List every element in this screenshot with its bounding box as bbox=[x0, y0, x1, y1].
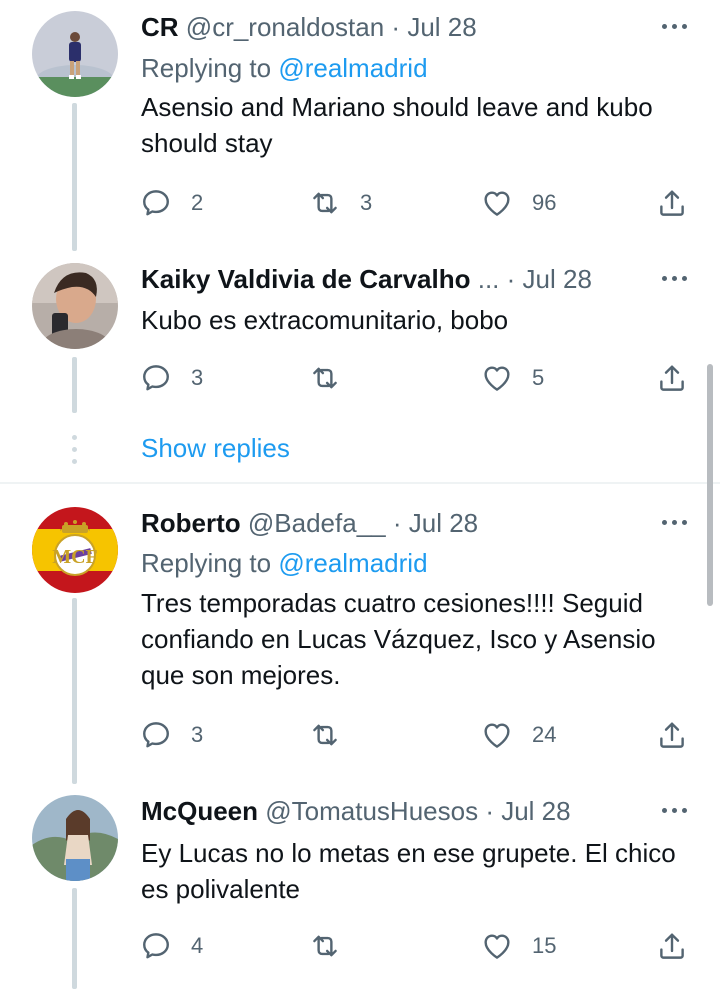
share-button[interactable] bbox=[655, 926, 689, 966]
tweet[interactable]: MCF Roberto @Badefa__ · Jul 28 Replying … bbox=[0, 496, 720, 776]
retweet-icon bbox=[308, 718, 342, 752]
svg-text:MCF: MCF bbox=[52, 546, 98, 568]
like-button[interactable]: 96 bbox=[480, 183, 556, 223]
more-icon[interactable] bbox=[660, 798, 690, 822]
heart-icon bbox=[480, 186, 514, 220]
user-handle[interactable]: @cr_ronaldostan bbox=[186, 12, 384, 42]
share-icon bbox=[655, 186, 689, 220]
tweet-header: Roberto @Badefa__ · Jul 28 bbox=[141, 506, 478, 540]
tweet-actions: 3 24 bbox=[0, 715, 720, 755]
reply-button[interactable]: 2 bbox=[139, 183, 203, 223]
reply-icon bbox=[139, 929, 173, 963]
share-icon bbox=[655, 361, 689, 395]
more-icon[interactable] bbox=[660, 266, 690, 290]
avatar[interactable] bbox=[32, 11, 118, 97]
display-name[interactable]: Kaiky Valdivia de Carvalho bbox=[141, 264, 471, 294]
tweet-date[interactable]: Jul 28 bbox=[407, 12, 476, 42]
user-handle[interactable]: @Badefa__ bbox=[248, 508, 386, 538]
divider bbox=[0, 482, 720, 484]
like-button[interactable]: 5 bbox=[480, 358, 544, 398]
user-handle[interactable]: ... bbox=[478, 264, 500, 294]
separator-dot: · bbox=[391, 12, 401, 42]
retweet-button[interactable]: 3 bbox=[308, 183, 372, 223]
like-count: 15 bbox=[532, 933, 557, 958]
separator-dot: · bbox=[485, 796, 494, 826]
replying-to-handle-link[interactable]: @realmadrid bbox=[278, 548, 427, 578]
tweet[interactable]: CR @cr_ronaldostan · Jul 28 Replying to … bbox=[0, 0, 720, 250]
share-button[interactable] bbox=[655, 715, 689, 755]
reply-button[interactable]: 3 bbox=[139, 358, 203, 398]
heart-icon bbox=[480, 929, 514, 963]
reply-count: 3 bbox=[191, 365, 204, 390]
display-name[interactable]: Roberto bbox=[141, 508, 241, 538]
tweet-date[interactable]: Jul 28 bbox=[501, 796, 570, 826]
scrollbar[interactable] bbox=[707, 364, 713, 606]
heart-icon bbox=[480, 361, 514, 395]
tweet-text: Ey Lucas no lo metas en ese grupete. El … bbox=[141, 838, 676, 904]
tweet[interactable]: Kaiky Valdivia de Carvalho ... · Jul 28 … bbox=[0, 252, 720, 482]
like-count: 96 bbox=[532, 190, 557, 215]
tweet-header: Kaiky Valdivia de Carvalho ... · Jul 28 bbox=[141, 262, 592, 296]
replying-to-handle-link[interactable]: @realmadrid bbox=[278, 53, 427, 83]
separator-dot: · bbox=[506, 264, 516, 294]
tweet-header: McQueen @TomatusHuesos · Jul 28 bbox=[141, 794, 571, 828]
heart-icon bbox=[480, 718, 514, 752]
retweet-icon bbox=[308, 929, 342, 963]
replying-to: Replying to @realmadrid bbox=[141, 546, 428, 580]
like-button[interactable]: 24 bbox=[480, 715, 556, 755]
retweet-button[interactable] bbox=[308, 358, 360, 398]
tweet-date[interactable]: Jul 28 bbox=[409, 508, 478, 538]
thread-dots bbox=[72, 433, 77, 465]
reply-count: 3 bbox=[191, 722, 204, 747]
avatar[interactable]: MCF bbox=[32, 507, 118, 593]
like-count: 5 bbox=[532, 365, 545, 390]
share-icon bbox=[655, 718, 689, 752]
separator-dot: · bbox=[392, 508, 402, 538]
avatar-photo bbox=[32, 263, 118, 349]
reply-button[interactable]: 4 bbox=[139, 926, 203, 966]
tweet-actions: 3 5 bbox=[0, 358, 720, 398]
tweet-text: Asensio and Mariano should leave and kub… bbox=[141, 92, 653, 158]
real-madrid-crest-avatar: MCF bbox=[32, 507, 118, 593]
retweet-button[interactable] bbox=[308, 926, 360, 966]
tweet-actions: 4 15 bbox=[0, 926, 720, 966]
reply-icon bbox=[139, 718, 173, 752]
replying-to: Replying to @realmadrid bbox=[141, 51, 428, 85]
avatar-photo bbox=[32, 795, 118, 881]
retweet-icon bbox=[308, 186, 342, 220]
reply-icon bbox=[139, 186, 173, 220]
tweet-text: Tres temporadas cuatro cesiones!!!! Segu… bbox=[141, 588, 656, 690]
retweet-button[interactable] bbox=[308, 715, 360, 755]
replying-to-label: Replying to bbox=[141, 548, 272, 578]
user-handle[interactable]: @TomatusHuesos bbox=[265, 796, 478, 826]
share-button[interactable] bbox=[655, 358, 689, 398]
reply-button[interactable]: 3 bbox=[139, 715, 203, 755]
tweet-date[interactable]: Jul 28 bbox=[523, 264, 592, 294]
like-count: 24 bbox=[532, 722, 557, 747]
tweet-text: Kubo es extracomunitario, bobo bbox=[141, 305, 509, 335]
tweet-actions: 2 3 96 bbox=[0, 183, 720, 223]
replying-to-label: Replying to bbox=[141, 53, 272, 83]
tweet-header: CR @cr_ronaldostan · Jul 28 bbox=[141, 10, 477, 44]
retweet-count: 3 bbox=[360, 190, 373, 215]
like-button[interactable]: 15 bbox=[480, 926, 556, 966]
reply-count: 2 bbox=[191, 190, 204, 215]
avatar[interactable] bbox=[32, 263, 118, 349]
reply-count: 4 bbox=[191, 933, 204, 958]
tweet[interactable]: McQueen @TomatusHuesos · Jul 28 Ey Lucas… bbox=[0, 784, 720, 989]
display-name[interactable]: CR bbox=[141, 12, 179, 42]
more-icon[interactable] bbox=[660, 14, 690, 38]
retweet-icon bbox=[308, 361, 342, 395]
avatar-photo bbox=[32, 11, 118, 97]
more-icon[interactable] bbox=[660, 510, 690, 534]
avatar[interactable] bbox=[32, 795, 118, 881]
share-icon bbox=[655, 929, 689, 963]
display-name[interactable]: McQueen bbox=[141, 796, 258, 826]
show-replies-link[interactable]: Show replies bbox=[141, 433, 290, 463]
reply-icon bbox=[139, 361, 173, 395]
share-button[interactable] bbox=[655, 183, 689, 223]
